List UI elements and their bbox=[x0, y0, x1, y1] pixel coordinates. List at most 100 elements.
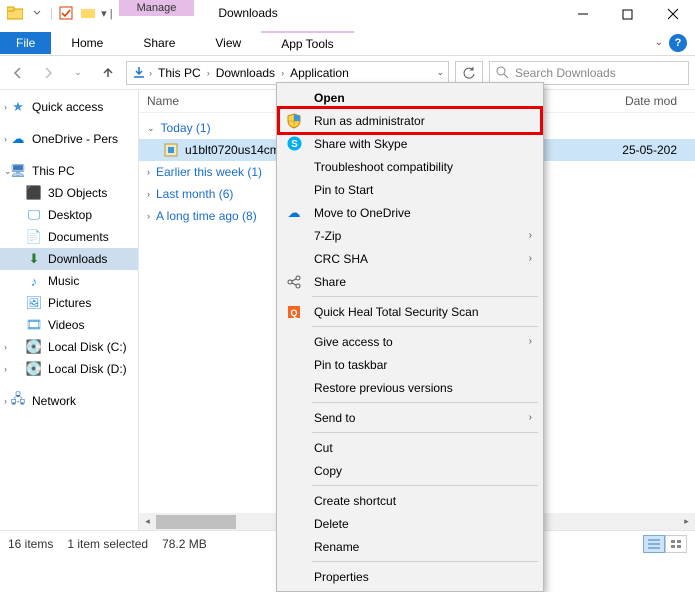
folder-icon bbox=[6, 4, 24, 22]
menu-restore-versions[interactable]: Restore previous versions bbox=[280, 376, 540, 399]
chevron-right-icon: › bbox=[529, 230, 532, 241]
menu-share[interactable]: Share bbox=[280, 270, 540, 293]
nav-recent[interactable]: ⌄ bbox=[66, 61, 90, 85]
breadcrumb-segment[interactable]: Downloads bbox=[212, 66, 279, 80]
breadcrumb-segment[interactable]: This PC bbox=[154, 66, 205, 80]
menu-quickheal[interactable]: QQuick Heal Total Security Scan bbox=[280, 300, 540, 323]
chevron-down-icon[interactable]: ⌄ bbox=[147, 123, 155, 134]
chevron-down-icon[interactable]: ⌄ bbox=[4, 166, 14, 177]
file-tab[interactable]: File bbox=[0, 32, 51, 54]
sidebar-label: Videos bbox=[48, 318, 84, 332]
nav-up[interactable] bbox=[96, 61, 120, 85]
chevron-right-icon[interactable]: › bbox=[147, 211, 150, 221]
chevron-right-icon[interactable]: › bbox=[149, 68, 152, 78]
contextual-tab-header: Manage bbox=[119, 0, 195, 16]
column-header-date[interactable]: Date mod bbox=[607, 94, 687, 108]
menu-troubleshoot[interactable]: Troubleshoot compatibility bbox=[280, 155, 540, 178]
chevron-right-icon[interactable]: › bbox=[147, 167, 150, 177]
sidebar-label: Quick access bbox=[32, 100, 103, 114]
chevron-right-icon[interactable]: › bbox=[4, 102, 14, 112]
menu-cut[interactable]: Cut bbox=[280, 436, 540, 459]
sidebar-videos[interactable]: 🎞 Videos bbox=[0, 314, 138, 336]
sidebar-pictures[interactable]: 🖼Pictures bbox=[0, 292, 138, 314]
chevron-right-icon: › bbox=[529, 253, 532, 264]
menu-copy[interactable]: Copy bbox=[280, 459, 540, 482]
music-icon: ♪ bbox=[26, 273, 42, 289]
menu-share-skype[interactable]: SShare with Skype bbox=[280, 132, 540, 155]
sidebar-music[interactable]: ♪ Music bbox=[0, 270, 138, 292]
menu-crc-sha[interactable]: CRC SHA› bbox=[280, 247, 540, 270]
sidebar-label: Desktop bbox=[48, 208, 92, 222]
sidebar-network[interactable]: › 🖧 Network bbox=[0, 390, 138, 412]
sidebar-3d-objects[interactable]: ⬛3D Objects bbox=[0, 182, 138, 204]
tab-home[interactable]: Home bbox=[51, 32, 123, 54]
tab-view[interactable]: View bbox=[195, 32, 261, 54]
sidebar-desktop[interactable]: 🖵 Desktop bbox=[0, 204, 138, 226]
view-details-button[interactable] bbox=[643, 535, 665, 553]
scrollbar-thumb[interactable] bbox=[156, 515, 236, 529]
menu-give-access[interactable]: Give access to› bbox=[280, 330, 540, 353]
maximize-button[interactable] bbox=[605, 0, 650, 28]
sidebar-documents[interactable]: 📄Documents bbox=[0, 226, 138, 248]
desktop-icon: 🖵 bbox=[26, 207, 42, 223]
menu-properties[interactable]: Properties bbox=[280, 565, 540, 588]
view-icons-button[interactable] bbox=[665, 535, 687, 553]
tab-app-tools[interactable]: App Tools bbox=[261, 31, 353, 55]
sidebar-label: 3D Objects bbox=[48, 186, 107, 200]
sidebar-onedrive[interactable]: › ☁ OneDrive - Pers bbox=[0, 128, 138, 150]
chevron-right-icon[interactable]: › bbox=[207, 68, 210, 78]
menu-separator bbox=[312, 432, 538, 433]
sidebar-label: Music bbox=[48, 274, 79, 288]
chevron-right-icon[interactable]: › bbox=[4, 134, 14, 144]
menu-pin-taskbar[interactable]: Pin to taskbar bbox=[280, 353, 540, 376]
chevron-right-icon[interactable]: › bbox=[4, 364, 14, 374]
menu-send-to[interactable]: Send to› bbox=[280, 406, 540, 429]
sidebar-label: Pictures bbox=[48, 296, 91, 310]
file-name: u1blt0720us14cmp bbox=[185, 143, 286, 157]
menu-move-onedrive[interactable]: ☁Move to OneDrive bbox=[280, 201, 540, 224]
scroll-right-icon[interactable]: ▸ bbox=[678, 513, 695, 530]
menu-delete[interactable]: Delete bbox=[280, 512, 540, 535]
breadcrumb-segment[interactable]: Application bbox=[286, 66, 353, 80]
menu-pin-start[interactable]: Pin to Start bbox=[280, 178, 540, 201]
menu-7zip[interactable]: 7-Zip› bbox=[280, 224, 540, 247]
properties-checkbox-icon[interactable] bbox=[57, 4, 75, 22]
chevron-right-icon[interactable]: › bbox=[4, 342, 14, 352]
chevron-down-icon[interactable] bbox=[28, 4, 46, 22]
chevron-right-icon[interactable]: › bbox=[281, 68, 284, 78]
close-button[interactable] bbox=[650, 0, 695, 28]
ribbon-expand-icon[interactable]: ⌄ bbox=[655, 37, 663, 48]
help-icon[interactable]: ? bbox=[669, 34, 687, 52]
menu-open[interactable]: Open bbox=[280, 86, 540, 109]
sidebar-quick-access[interactable]: › ★ Quick access bbox=[0, 96, 138, 118]
menu-create-shortcut[interactable]: Create shortcut bbox=[280, 489, 540, 512]
svg-text:Q: Q bbox=[290, 308, 297, 318]
menu-run-as-admin[interactable]: Run as administrator bbox=[280, 109, 540, 132]
refresh-button[interactable] bbox=[455, 61, 483, 85]
qat-overflow[interactable]: ▾ | bbox=[101, 7, 112, 20]
minimize-button[interactable] bbox=[560, 0, 605, 28]
sidebar-this-pc[interactable]: ⌄ 🖥 This PC bbox=[0, 160, 138, 182]
sidebar-local-disk-d[interactable]: ›💽Local Disk (D:) bbox=[0, 358, 138, 380]
sidebar-label: This PC bbox=[32, 164, 75, 178]
videos-icon: 🎞 bbox=[26, 317, 42, 333]
chevron-right-icon[interactable]: › bbox=[147, 189, 150, 199]
tab-share[interactable]: Share bbox=[123, 32, 195, 54]
sidebar-label: Documents bbox=[48, 230, 109, 244]
chevron-right-icon: › bbox=[529, 412, 532, 423]
breadcrumb[interactable]: › This PC › Downloads › Application ⌄ bbox=[126, 61, 449, 85]
sidebar-label: Downloads bbox=[48, 252, 107, 266]
search-input[interactable]: Search Downloads bbox=[489, 61, 689, 85]
scroll-left-icon[interactable]: ◂ bbox=[139, 513, 156, 530]
sidebar-downloads[interactable]: ⬇Downloads bbox=[0, 248, 138, 270]
nav-forward[interactable] bbox=[36, 61, 60, 85]
folder-small-icon[interactable] bbox=[79, 4, 97, 22]
menu-rename[interactable]: Rename bbox=[280, 535, 540, 558]
sidebar-label: Local Disk (C:) bbox=[48, 340, 127, 354]
sidebar-local-disk-c[interactable]: ›💽Local Disk (C:) bbox=[0, 336, 138, 358]
chevron-right-icon[interactable]: › bbox=[4, 396, 14, 406]
sidebar-label: Network bbox=[32, 394, 76, 408]
breadcrumb-dropdown[interactable]: ⌄ bbox=[436, 67, 444, 78]
status-size: 78.2 MB bbox=[162, 537, 207, 551]
nav-back[interactable] bbox=[6, 61, 30, 85]
